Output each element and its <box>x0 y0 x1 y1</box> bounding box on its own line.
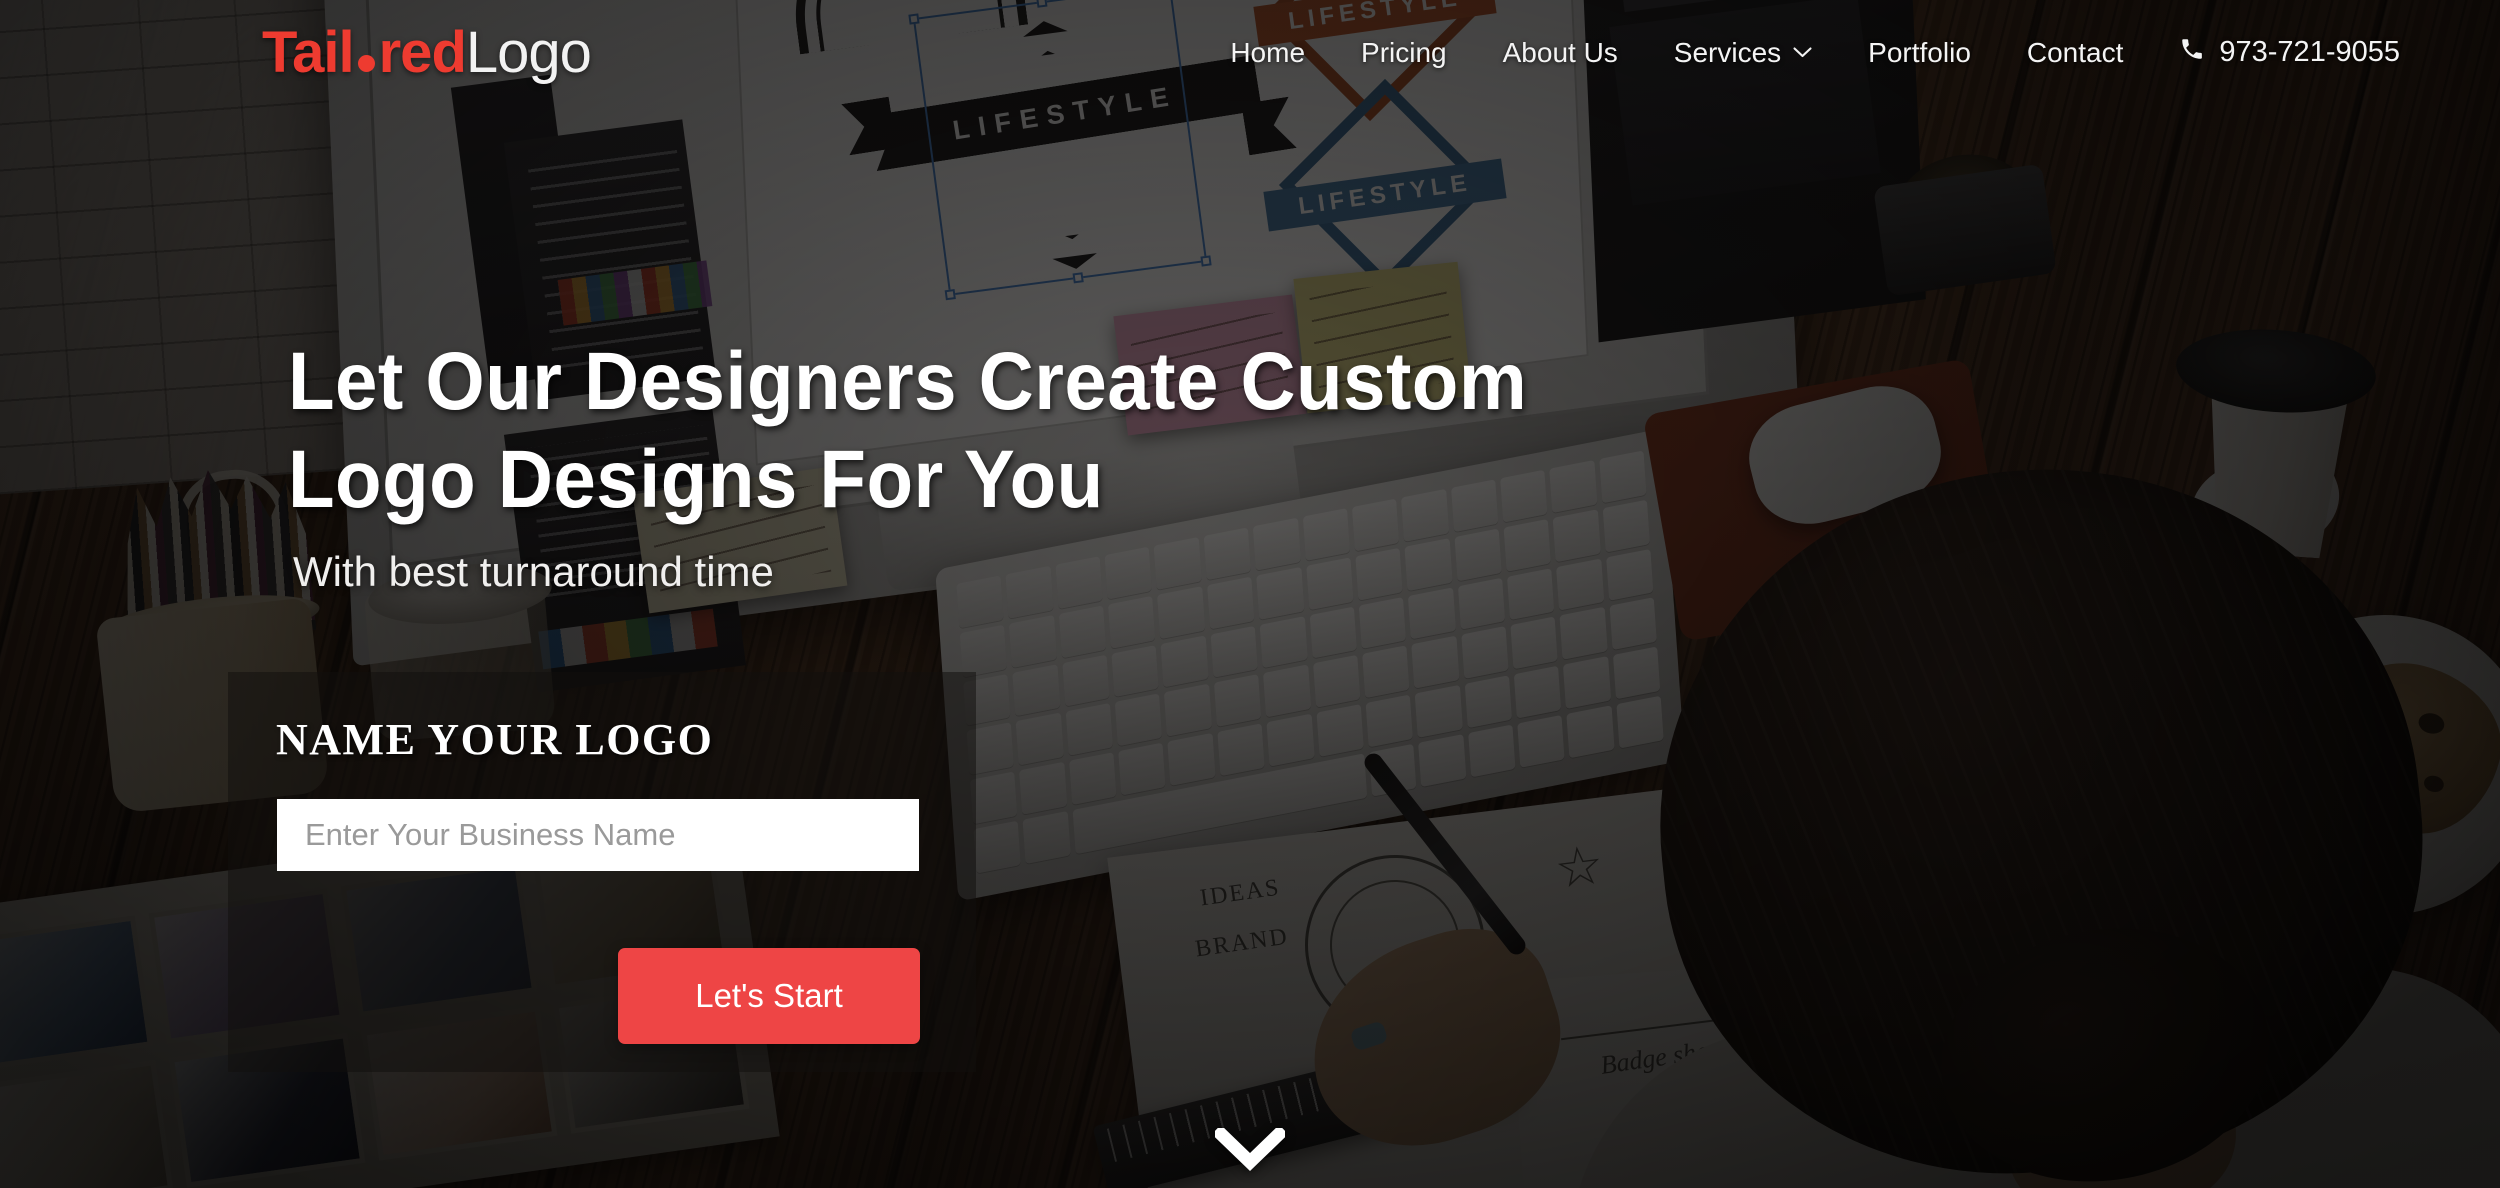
business-name-input[interactable] <box>277 799 919 871</box>
header-phone-link[interactable]: 973-721-9055 <box>2179 36 2420 70</box>
logo-text-part3: Logo <box>465 20 592 85</box>
lets-start-button[interactable]: Let's Start <box>618 948 920 1044</box>
nav-item-services[interactable]: Services <box>1646 37 1840 69</box>
dot-icon <box>357 55 375 72</box>
form-title: NAME YOUR LOGO <box>276 715 714 764</box>
hero-content: Let Our Designers Create Custom Logo Des… <box>0 0 2500 1188</box>
nav-label: Contact <box>2026 36 2124 68</box>
nav-item-pricing[interactable]: Pricing <box>1333 37 1475 69</box>
hero-section: LIFESTYLE LIFESTYLE LIFESTYLE <box>0 0 2500 1188</box>
nav-label: Services <box>1673 36 1782 68</box>
chevron-down-icon <box>1793 46 1812 59</box>
nav-label: Pricing <box>1361 36 1447 68</box>
logo-text-part2: red <box>378 20 467 85</box>
hero-headline-line-1: Let Our Designers Create Custom <box>288 336 1528 427</box>
phone-icon <box>2179 36 2205 70</box>
hero-subheadline: With best turnaround time <box>293 548 774 595</box>
hero-headline-line-2: Logo Designs For You <box>288 433 1104 525</box>
nav-item-contact[interactable]: Contact <box>1999 37 2152 69</box>
logo-text-part1: Tail <box>262 20 355 85</box>
site-logo[interactable]: Tail red Logo <box>262 19 592 86</box>
nav-item-portfolio[interactable]: Portfolio <box>1840 37 1999 69</box>
scroll-down-chevron-icon[interactable] <box>1215 1128 1285 1172</box>
nav-item-home[interactable]: Home <box>1202 37 1333 69</box>
nav-item-about-us[interactable]: About Us <box>1475 37 1646 69</box>
hero-headline: Let Our Designers Create Custom Logo Des… <box>288 333 1683 528</box>
nav-label: Portfolio <box>1868 36 1971 68</box>
nav-label: Home <box>1230 36 1306 68</box>
nav-label: About Us <box>1502 36 1618 68</box>
site-header: Tail red Logo Home Pricing About Us Serv… <box>0 0 2500 105</box>
main-navigation: Home Pricing About Us Services Portfolio <box>1202 36 2420 70</box>
phone-number: 973-721-9055 <box>2219 36 2400 68</box>
